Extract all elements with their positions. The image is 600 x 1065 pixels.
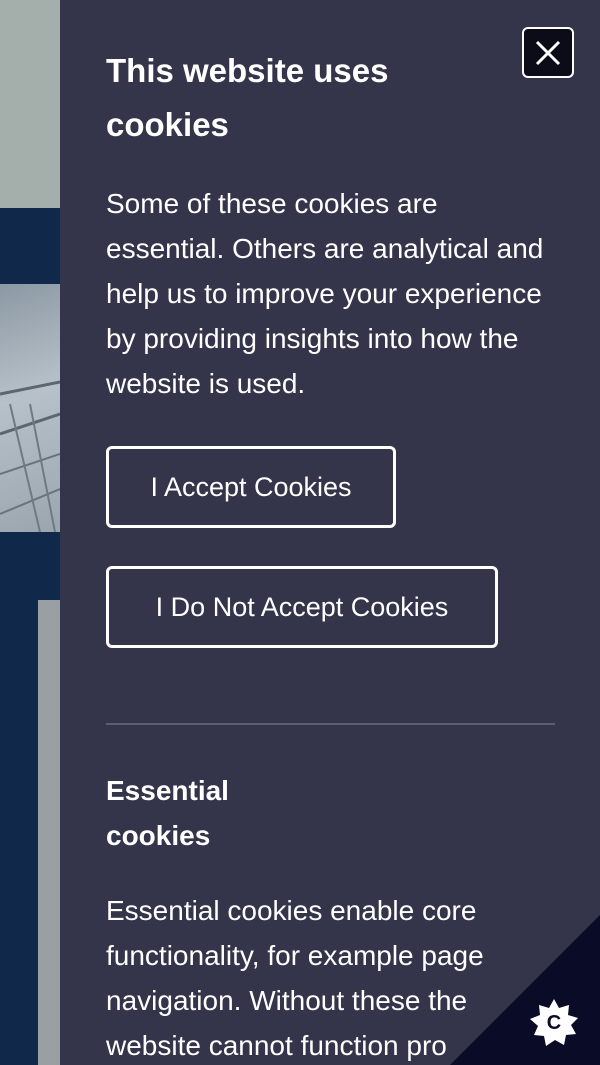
close-icon xyxy=(535,40,561,65)
divider xyxy=(106,723,555,725)
background-hero-image xyxy=(0,0,60,208)
background-navy-band xyxy=(0,208,60,284)
panel-intro-text: Some of these cookies are essential. Oth… xyxy=(106,188,544,399)
close-button[interactable] xyxy=(522,27,574,78)
essential-cookies-heading: Essential cookies xyxy=(106,775,229,851)
panel-title: This website uses cookies xyxy=(106,52,389,143)
cookie-settings-icon[interactable] xyxy=(528,997,580,1049)
background-card xyxy=(38,600,60,1065)
cookie-consent-panel: This website uses cookies Some of these … xyxy=(60,0,600,1065)
background-page xyxy=(0,0,60,1065)
background-building-photo xyxy=(0,284,60,532)
accept-cookies-button[interactable]: I Accept Cookies xyxy=(106,446,396,528)
reject-cookies-button[interactable]: I Do Not Accept Cookies xyxy=(106,566,498,648)
